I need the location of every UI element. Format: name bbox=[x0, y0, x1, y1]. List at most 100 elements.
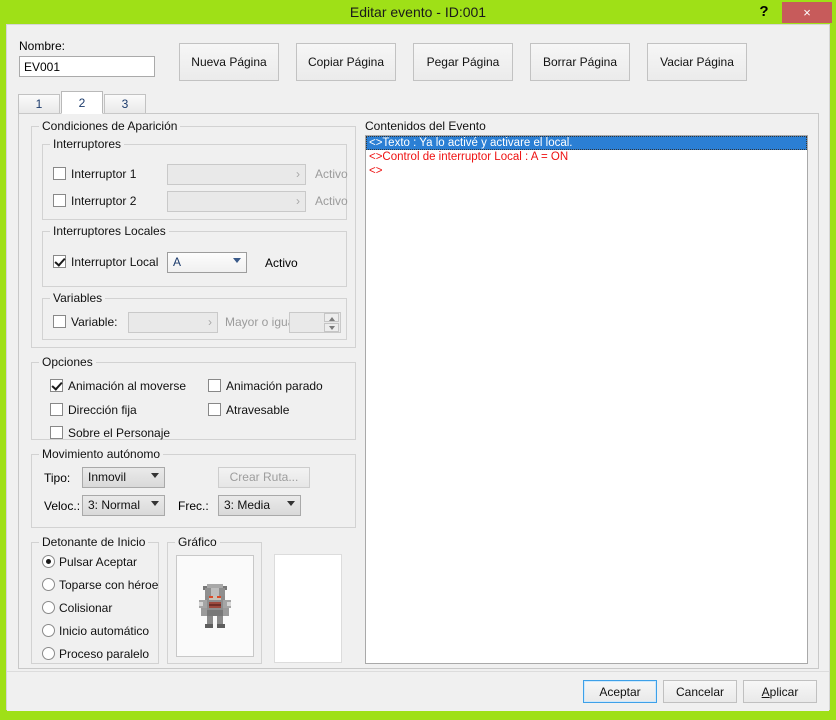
option-animate-move-label: Animación al moverse bbox=[68, 379, 187, 393]
page-tabs: 1 2 3 bbox=[18, 91, 818, 114]
new-page-button[interactable]: Nueva Página bbox=[179, 43, 279, 81]
help-button[interactable]: ? bbox=[750, 0, 778, 24]
movement-frequency-label: Frec.: bbox=[178, 499, 209, 513]
paste-page-button[interactable]: Pegar Página bbox=[413, 43, 513, 81]
graphic-preview[interactable] bbox=[176, 555, 254, 657]
list-item[interactable]: <>Control de interruptor Local : A = ON bbox=[366, 150, 807, 164]
stepper-down-icon[interactable] bbox=[324, 323, 339, 332]
tab-page-content: Condiciones de Aparición Interruptores I… bbox=[18, 113, 819, 669]
chevron-down-icon bbox=[233, 258, 241, 263]
dialog-footer: Aceptar Cancelar Aplicar bbox=[7, 671, 829, 711]
switch1-picker-arrow[interactable]: › bbox=[296, 167, 300, 181]
local-switches-group: Interruptores Locales Interruptor Local … bbox=[42, 224, 347, 287]
switch1-state: Activo bbox=[315, 167, 348, 181]
options-group: Opciones Animación al moverse Animación … bbox=[31, 355, 356, 440]
window-title: Editar evento - ID:001 bbox=[349, 4, 487, 20]
option-animate-idle-checkbox[interactable] bbox=[208, 379, 221, 392]
event-contents-list[interactable]: <>Texto : Ya lo activé y activare el loc… bbox=[365, 135, 808, 664]
option-passable-label: Atravesable bbox=[226, 403, 290, 417]
trigger-autorun-label: Inicio automático bbox=[59, 624, 150, 638]
tab-page-3[interactable]: 3 bbox=[104, 94, 146, 113]
apply-button[interactable]: Aplicar bbox=[743, 680, 817, 703]
accept-button[interactable]: Aceptar bbox=[583, 680, 657, 703]
variables-caption: Variables bbox=[50, 291, 106, 305]
trigger-group: Detonante de Inicio Pulsar Aceptar Topar… bbox=[31, 535, 159, 664]
chevron-down-icon bbox=[151, 501, 159, 506]
switches-group: Interruptores Interruptor 1 › Activo Int… bbox=[42, 137, 348, 220]
local-switch-select[interactable]: A bbox=[167, 252, 247, 273]
options-caption: Opciones bbox=[39, 355, 96, 369]
trigger-action-button-label: Pulsar Aceptar bbox=[59, 555, 138, 569]
apply-mnemonic: A bbox=[761, 684, 770, 699]
graphic-group: Gráfico bbox=[167, 535, 262, 664]
name-input[interactable] bbox=[19, 56, 155, 77]
option-passable-checkbox[interactable] bbox=[208, 403, 221, 416]
variable-field[interactable]: › bbox=[128, 312, 218, 333]
variable-picker-arrow[interactable]: › bbox=[208, 315, 212, 329]
option-fixed-direction-checkbox[interactable] bbox=[50, 403, 63, 416]
switch2-field[interactable]: › bbox=[167, 191, 306, 212]
tab-page-2[interactable]: 2 bbox=[61, 91, 103, 114]
option-fixed-direction-label: Dirección fija bbox=[68, 403, 137, 417]
autonomous-movement-caption: Movimiento autónomo bbox=[39, 447, 164, 461]
stepper-up-icon[interactable] bbox=[324, 313, 339, 322]
option-animate-move-checkbox[interactable] bbox=[50, 379, 63, 392]
appearance-conditions-group: Condiciones de Aparición Interruptores I… bbox=[31, 119, 356, 348]
movement-type-select[interactable]: Inmovil bbox=[82, 467, 165, 488]
trigger-player-touch-label: Toparse con héroe bbox=[59, 578, 159, 592]
copy-page-button[interactable]: Copiar Página bbox=[296, 43, 396, 81]
appearance-conditions-caption: Condiciones de Aparición bbox=[39, 119, 181, 133]
option-above-character-checkbox[interactable] bbox=[50, 426, 63, 439]
switch1-label: Interruptor 1 bbox=[71, 167, 137, 181]
trigger-parallel-label: Proceso paralelo bbox=[59, 647, 150, 661]
trigger-event-touch-radio[interactable] bbox=[42, 601, 55, 614]
switch1-field[interactable]: › bbox=[167, 164, 306, 185]
chevron-down-icon bbox=[151, 473, 159, 478]
autonomous-movement-group: Movimiento autónomo Tipo: Inmovil Crear … bbox=[31, 447, 356, 528]
trigger-action-button-radio[interactable] bbox=[42, 555, 55, 568]
cancel-button[interactable]: Cancelar bbox=[663, 680, 737, 703]
event-contents-caption: Contenidos del Evento bbox=[365, 119, 489, 133]
local-switches-caption: Interruptores Locales bbox=[50, 224, 169, 238]
clear-page-button[interactable]: Vaciar Página bbox=[647, 43, 747, 81]
list-item[interactable]: <> bbox=[366, 164, 807, 178]
variable-checkbox[interactable] bbox=[53, 315, 66, 328]
switches-caption: Interruptores bbox=[50, 137, 125, 151]
switch2-state: Activo bbox=[315, 194, 348, 208]
list-item[interactable]: <>Texto : Ya lo activé y activare el loc… bbox=[366, 136, 807, 150]
movement-type-label: Tipo: bbox=[44, 471, 71, 485]
trigger-player-touch-radio[interactable] bbox=[42, 578, 55, 591]
delete-page-button[interactable]: Borrar Página bbox=[530, 43, 630, 81]
trigger-autorun-radio[interactable] bbox=[42, 624, 55, 637]
dialog-client-area: Nombre: Nueva Página Copiar Página Pegar… bbox=[6, 24, 830, 711]
event-contents-group: Contenidos del Evento <>Texto : Ya lo ac… bbox=[365, 119, 808, 664]
trigger-caption: Detonante de Inicio bbox=[39, 535, 149, 549]
movement-speed-label: Veloc.: bbox=[44, 499, 81, 513]
create-route-button[interactable]: Crear Ruta... bbox=[218, 467, 310, 488]
local-switch-state: Activo bbox=[265, 256, 298, 270]
movement-type-value: Inmovil bbox=[88, 470, 127, 484]
option-above-character-label: Sobre el Personaje bbox=[68, 426, 171, 440]
trigger-event-touch-label: Colisionar bbox=[59, 601, 113, 615]
movement-speed-select[interactable]: 3: Normal bbox=[82, 495, 165, 516]
chevron-down-icon bbox=[287, 501, 295, 506]
movement-speed-value: 3: Normal bbox=[88, 498, 141, 512]
local-switch-checkbox[interactable] bbox=[53, 255, 66, 268]
variables-group: Variables Variable: › Mayor o igual bbox=[42, 291, 347, 340]
tab-page-1[interactable]: 1 bbox=[18, 94, 60, 113]
switch2-picker-arrow[interactable]: › bbox=[296, 194, 300, 208]
event-editor-window: Editar evento - ID:001 ? × Nombre: Nueva… bbox=[0, 0, 836, 720]
variable-label: Variable: bbox=[71, 315, 118, 329]
movement-frequency-value: 3: Media bbox=[224, 498, 271, 512]
movement-frequency-select[interactable]: 3: Media bbox=[218, 495, 301, 516]
apply-rest: plicar bbox=[769, 684, 799, 699]
switch2-label: Interruptor 2 bbox=[71, 194, 137, 208]
trigger-parallel-radio[interactable] bbox=[42, 647, 55, 660]
switch1-checkbox[interactable] bbox=[53, 167, 66, 180]
local-switch-label: Interruptor Local bbox=[71, 255, 159, 269]
close-button[interactable]: × bbox=[782, 2, 832, 23]
graphic-caption: Gráfico bbox=[175, 535, 220, 549]
title-bar: Editar evento - ID:001 ? × bbox=[0, 0, 836, 24]
variable-amount-stepper[interactable] bbox=[289, 312, 341, 333]
switch2-checkbox[interactable] bbox=[53, 194, 66, 207]
